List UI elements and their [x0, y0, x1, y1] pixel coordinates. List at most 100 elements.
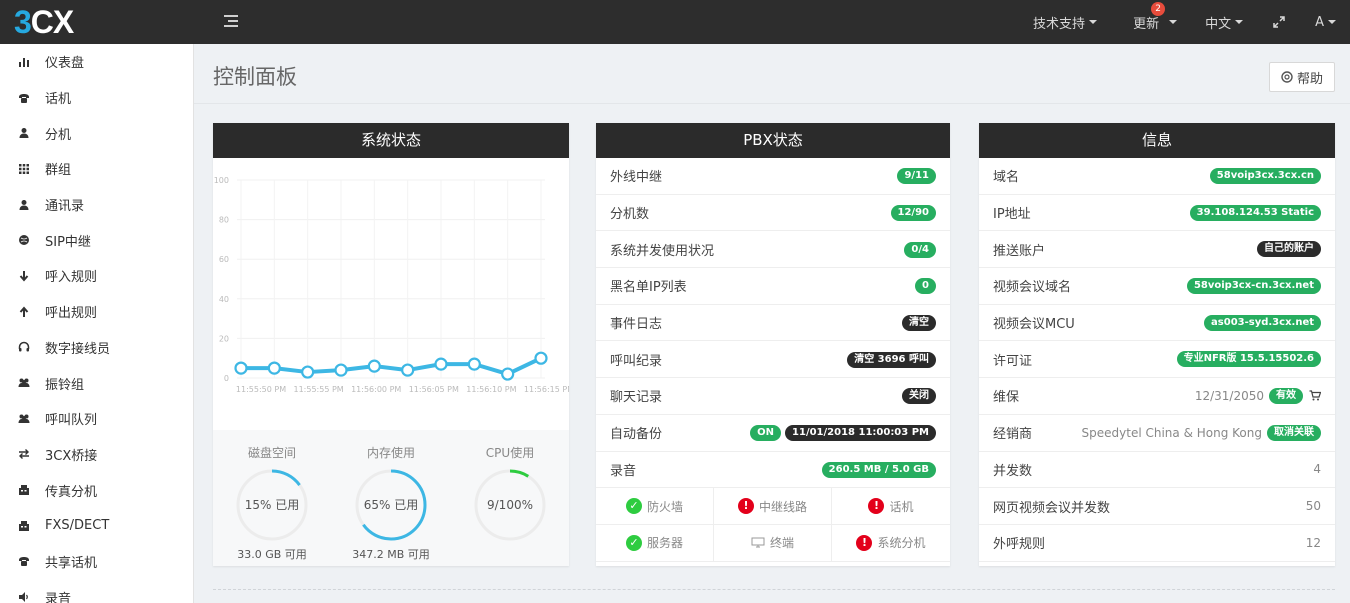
logo-suffix: CX — [30, 3, 74, 40]
memory-label: 内存使用 — [366, 446, 415, 460]
sidebar-item-16[interactable]: 录音 — [0, 579, 193, 603]
pbx-badge: 260.5 MB / 5.0 GB — [821, 461, 936, 478]
info-row-label: 视频会议域名 — [993, 280, 1072, 296]
service-label: 中继线路 — [758, 499, 807, 514]
sidebar-item-6[interactable]: SIP中继 — [0, 222, 193, 258]
info-badge[interactable]: 取消关联 — [1267, 424, 1321, 441]
fullscreen-button[interactable] — [1273, 16, 1285, 28]
info-row-text: 50 — [1305, 499, 1321, 514]
users-icon — [18, 377, 30, 389]
page-header: 控制面板 帮助 — [194, 44, 1350, 104]
updates-menu[interactable]: 更新 2 — [1133, 1, 1178, 32]
logo[interactable]: 3 CX — [14, 3, 74, 40]
sidebar-item-1[interactable]: 仪表盘 — [0, 44, 193, 80]
phone-icon — [18, 92, 30, 104]
sidebar-item-13[interactable]: 传真分机 — [0, 472, 193, 508]
info-row: 经销商 Speedytel China & Hong Kong 取消关联 — [979, 415, 1335, 452]
info-row-value: as003-syd.3cx.net — [1199, 314, 1321, 331]
info-row-label: 外呼规则 — [993, 537, 1046, 553]
service-status[interactable]: ! 系统分机 — [832, 525, 950, 562]
pbx-row-label: 事件日志 — [610, 317, 663, 333]
user-label: A — [1315, 14, 1324, 30]
pbx-row: 自动备份 ON 11/01/2018 11:00:03 PM — [596, 415, 950, 452]
top-nav: 技术支持 更新 2 中文 A — [1033, 0, 1350, 44]
pbx-status-list: 外线中继 9/11 分机数 12/90 系统并发使用状况 0/4 黑名单IP列表 0 事件日志清… — [596, 158, 950, 489]
page-title: 控制面板 — [213, 65, 297, 89]
sidebar-item-label: 录音 — [45, 591, 72, 603]
info-row-label: 视频会议MCU — [993, 317, 1075, 333]
sidebar-item-11[interactable]: 呼叫队列 — [0, 401, 193, 437]
x-tick-label: 11:56:15 PM — [524, 385, 569, 394]
data-point — [534, 351, 548, 365]
y-tick-label: 60 — [219, 255, 229, 264]
sidebar-item-12[interactable]: 3CX桥接 — [0, 437, 193, 473]
sidebar-item-label: 仪表盘 — [45, 56, 85, 72]
cart-icon[interactable] — [1309, 390, 1321, 401]
sidebar-item-7[interactable]: 呼入规则 — [0, 258, 193, 294]
cpu-value: 9/100% — [487, 498, 533, 512]
top-bar: 3 CX 技术支持 更新 2 中文 A — [0, 0, 1350, 44]
info-row: 域名 58voip3cx.3cx.cn — [979, 158, 1335, 195]
expand-icon — [1273, 16, 1285, 28]
help-button[interactable]: 帮助 — [1268, 62, 1335, 92]
info-row-text: 4 — [1313, 462, 1321, 477]
support-menu[interactable]: 技术支持 — [1033, 13, 1098, 32]
memory-free: 347.2 MB 可用 — [352, 548, 430, 561]
service-status[interactable]: ✓ 防火墙 — [596, 488, 714, 525]
sidebar-item-4[interactable]: 群组 — [0, 151, 193, 187]
info-badge: 专业NFR版 15.5.15502.6 — [1176, 351, 1321, 368]
service-status[interactable]: ! 中继线路 — [714, 488, 832, 525]
service-status[interactable]: ✓ 服务器 — [596, 524, 714, 562]
sidebar-item-label: 呼入规则 — [45, 270, 98, 286]
pbx-badge[interactable]: 11/01/2018 11:00:03 PM — [785, 425, 936, 442]
sidebar-item-15[interactable]: 共享话机 — [0, 544, 193, 580]
service-status[interactable]: ! 话机 — [832, 488, 950, 525]
data-point — [367, 359, 381, 373]
sidebar-item-10[interactable]: 振铃组 — [0, 365, 193, 401]
info-row-value: 12 — [1306, 536, 1321, 550]
pbx-badge[interactable]: 清空 — [902, 315, 936, 332]
info-badge: 58voip3cx-cn.3cx.net — [1186, 277, 1321, 294]
pbx-row: 系统并发使用状况 0/4 — [596, 231, 950, 269]
disk-value: 15% 已用 — [244, 498, 300, 512]
x-tick-label: 11:56:05 PM — [409, 385, 459, 394]
headset-icon — [18, 341, 30, 353]
info-row-value: 专业NFR版 15.5.15502.6 — [1172, 351, 1321, 368]
info-row-value: 12/31/2050 有效 — [1194, 387, 1321, 404]
y-tick-label: 80 — [219, 216, 229, 225]
info-row-value: 58voip3cx-cn.3cx.net — [1182, 277, 1321, 294]
info-badge: 39.108.124.53 Static — [1189, 204, 1321, 221]
menu-toggle-icon[interactable] — [224, 15, 238, 27]
info-badge: 58voip3cx.3cx.cn — [1209, 167, 1321, 184]
sidebar-item-8[interactable]: 呼出规则 — [0, 294, 193, 330]
pbx-badge[interactable]: 关闭 — [902, 388, 936, 405]
info-row: 并发数 4 — [979, 452, 1335, 489]
info-row-value: 4 — [1313, 462, 1321, 476]
user-menu[interactable]: A — [1315, 15, 1336, 30]
language-menu[interactable]: 中文 — [1205, 13, 1244, 32]
memory-gauge: 65% 已用 — [354, 468, 428, 542]
pbx-row: 黑名单IP列表 0 — [596, 268, 950, 305]
pbx-row: 呼叫纪录 清空 3696 呼叫 — [596, 341, 950, 379]
chevron-down-icon — [1235, 20, 1244, 24]
service-status[interactable]: 终端 — [714, 524, 832, 562]
y-tick-label: 40 — [219, 295, 229, 304]
sidebar-item-9[interactable]: 数字接线员 — [0, 330, 193, 366]
info-row-text: Speedytel China & Hong Kong — [1081, 425, 1262, 440]
x-tick-label: 11:56:10 PM — [466, 385, 516, 394]
info-badge[interactable]: 自己的账户 — [1257, 241, 1321, 258]
pbx-badge[interactable]: 清空 3696 呼叫 — [847, 351, 936, 368]
sidebar-item-2[interactable]: 话机 — [0, 80, 193, 116]
info-row-label: 并发数 — [993, 463, 1033, 479]
sidebar-item-3[interactable]: 分机 — [0, 115, 193, 151]
sidebar-item-5[interactable]: 通讯录 — [0, 187, 193, 223]
sidebar-item-14[interactable]: FXS/DECT — [0, 508, 193, 544]
data-point — [267, 361, 281, 375]
series-line — [241, 356, 542, 377]
info-row-text: 12/31/2050 — [1194, 388, 1264, 403]
pbx-row-label: 分机数 — [610, 207, 650, 223]
sidebar-item-label: 通讯录 — [45, 199, 85, 215]
info-panel: 信息 域名 58voip3cx.3cx.cn IP地址 39.108.124.53 S… — [979, 123, 1335, 566]
divider — [213, 589, 1335, 590]
pbx-badge: 9/11 — [897, 168, 936, 185]
